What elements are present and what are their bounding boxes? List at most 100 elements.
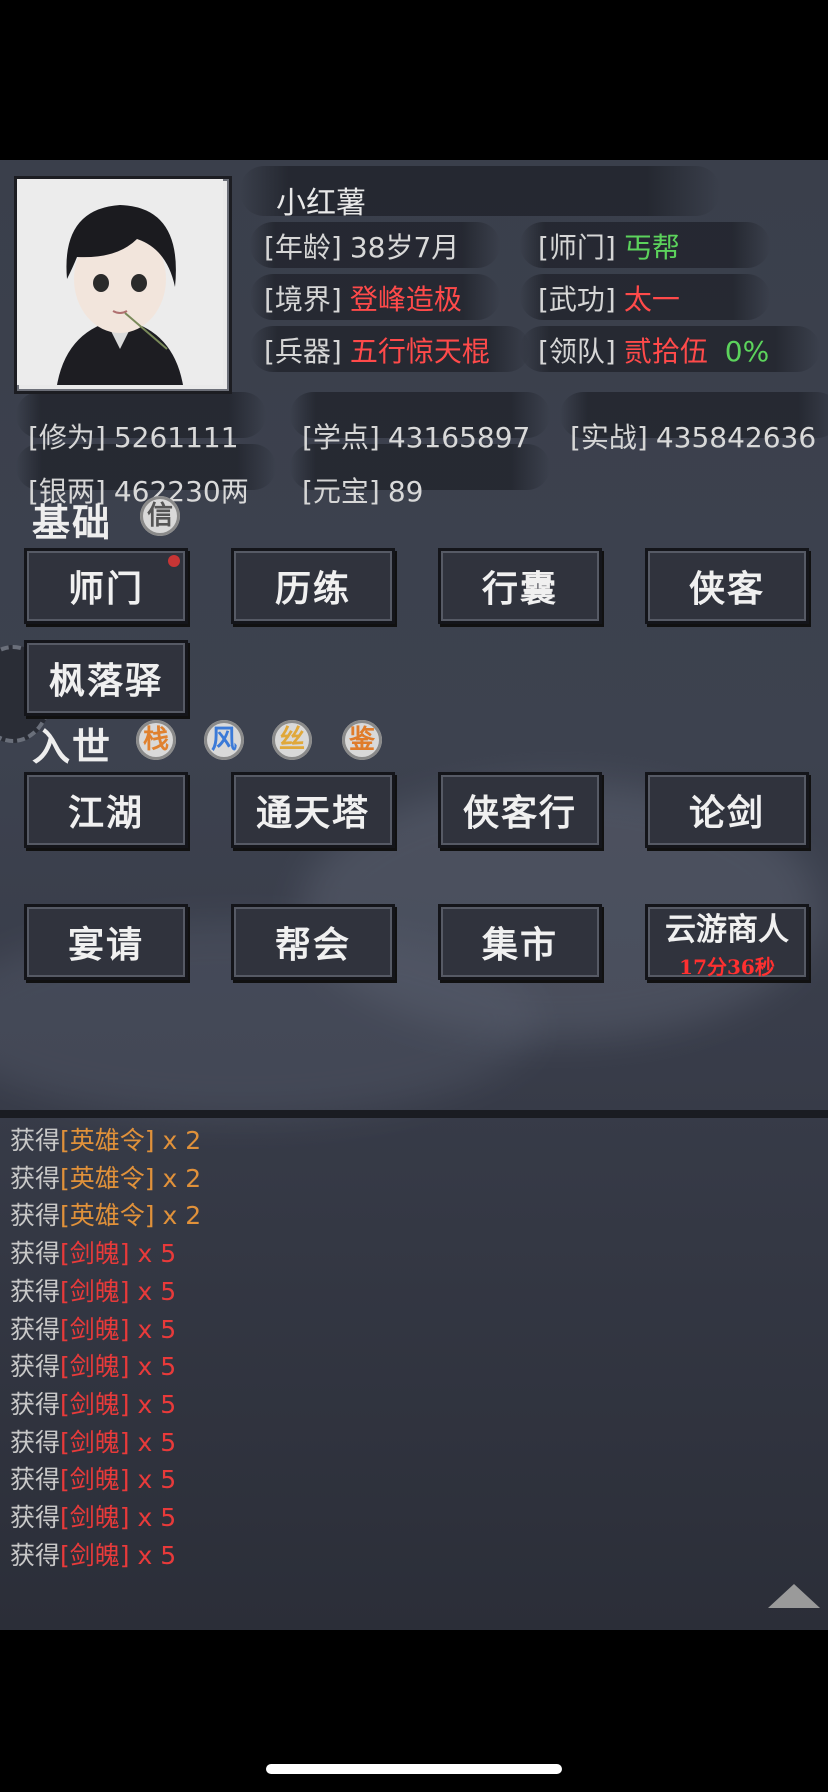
- log-entry: 获得[英雄令] x 2: [10, 1160, 201, 1198]
- stat-combat: [实战] 435842636: [570, 416, 816, 456]
- stat-value: 丐帮: [623, 231, 680, 264]
- stat-realm: [境界] 登峰造极: [264, 278, 462, 318]
- stat-label: [学点]: [302, 421, 380, 454]
- button-label: 枫落驿: [48, 660, 163, 702]
- guild-button[interactable]: 帮会: [231, 904, 395, 980]
- inventory-button[interactable]: 行囊: [438, 548, 602, 624]
- button-label: 侠客: [688, 568, 765, 610]
- log-item: [英雄令]: [60, 1126, 155, 1155]
- stat-team: [领队] 贰拾伍 0%: [538, 330, 769, 370]
- avatar-illustration: [17, 179, 223, 385]
- stat-value: 贰拾伍: [623, 335, 708, 368]
- stat-weapon: [兵器] 五行惊天棍: [264, 330, 490, 370]
- log-qty: x 5: [137, 1314, 177, 1344]
- inn-seal-icon[interactable]: 栈: [136, 720, 176, 760]
- stat-value: 89: [387, 475, 424, 508]
- log-entry: 获得[英雄令] x 2: [10, 1122, 201, 1160]
- button-label: 江湖: [67, 792, 144, 834]
- log-prefix: 获得: [10, 1427, 61, 1457]
- log-prefix: 获得: [10, 1465, 61, 1495]
- stat-martial-art: [武功] 太一: [538, 278, 680, 318]
- stat-value: 435842636: [655, 421, 817, 454]
- log-item: [剑魄]: [60, 1427, 130, 1457]
- log-qty: x 2: [162, 1201, 202, 1231]
- log-qty: x 2: [162, 1126, 202, 1155]
- log-entry: 获得[剑魄] x 5: [10, 1424, 201, 1462]
- button-label: 师门: [67, 568, 144, 610]
- maple-station-button[interactable]: 枫落驿: [24, 640, 188, 716]
- log-item: [剑魄]: [60, 1239, 130, 1269]
- button-label: 宴请: [67, 924, 144, 966]
- button-label: 通天塔: [255, 792, 370, 834]
- log-prefix: 获得: [10, 1389, 61, 1419]
- log-entry: 获得[剑魄] x 5: [10, 1461, 201, 1499]
- log-qty: x 5: [137, 1276, 177, 1306]
- home-indicator[interactable]: [266, 1764, 562, 1774]
- appraise-seal-icon[interactable]: 鉴: [342, 720, 382, 760]
- log-item: [英雄令]: [60, 1201, 155, 1231]
- button-label: 帮会: [274, 924, 351, 966]
- log-qty: x 2: [162, 1163, 202, 1193]
- stat-value: 5261111: [113, 421, 239, 454]
- stat-cultivation: [修为] 5261111: [28, 416, 239, 456]
- character-name: 小红薯: [276, 186, 366, 221]
- stat-label: [兵器]: [264, 335, 342, 368]
- sect-button[interactable]: 师门: [24, 548, 188, 624]
- stat-label: [年龄]: [264, 231, 342, 264]
- stat-value: 太一: [623, 283, 680, 316]
- wind-seal-icon[interactable]: 风: [204, 720, 244, 760]
- stat-value: 登峰造极: [349, 283, 462, 316]
- hero-journey-button[interactable]: 侠客行: [438, 772, 602, 848]
- jianghu-button[interactable]: 江湖: [24, 772, 188, 848]
- log-item: [剑魄]: [60, 1314, 130, 1344]
- log-divider: [0, 1110, 828, 1118]
- log-qty: x 5: [137, 1540, 177, 1570]
- button-label: 侠客行: [462, 792, 577, 834]
- stat-label: [武功]: [538, 283, 616, 316]
- game-screen: 小红薯 [年龄] 38岁7月 [师门] 丐帮 [境界] 登峰造极 [武功] 太一 [兵器…: [0, 160, 828, 1630]
- log-prefix: 获得: [10, 1352, 61, 1382]
- button-label: 论剑: [688, 792, 765, 834]
- button-label: 历练: [274, 568, 351, 610]
- character-avatar[interactable]: [14, 176, 232, 394]
- reward-log: 获得[英雄令] x 2 获得[英雄令] x 2 获得[英雄令] x 2 获得[剑…: [10, 1122, 201, 1574]
- stat-value: 43165897: [387, 421, 531, 454]
- triangle-up-icon[interactable]: [768, 1584, 820, 1608]
- button-label: 集市: [481, 924, 558, 966]
- log-item: [剑魄]: [60, 1352, 130, 1382]
- log-item: [剑魄]: [60, 1389, 130, 1419]
- button-label: 云游商人: [665, 912, 789, 948]
- log-qty: x 5: [137, 1503, 177, 1533]
- stat-label: [领队]: [538, 335, 616, 368]
- stat-value: 五行惊天棍: [349, 335, 490, 368]
- training-button[interactable]: 历练: [231, 548, 395, 624]
- log-entry: 获得[剑魄] x 5: [10, 1537, 201, 1575]
- log-prefix: 获得: [10, 1276, 61, 1306]
- stat-study-points: [学点] 43165897: [302, 416, 530, 456]
- notification-dot: [168, 555, 180, 567]
- letter-seal-icon[interactable]: 信: [140, 496, 180, 536]
- sword-duel-button[interactable]: 论剑: [645, 772, 809, 848]
- stat-sect: [师门] 丐帮: [538, 226, 680, 266]
- log-prefix: 获得: [10, 1314, 61, 1344]
- stat-label: [实战]: [570, 421, 648, 454]
- log-entry: 获得[剑魄] x 5: [10, 1235, 201, 1273]
- silk-seal-icon[interactable]: 丝: [272, 720, 312, 760]
- stat-label: [境界]: [264, 283, 342, 316]
- log-prefix: 获得: [10, 1163, 61, 1193]
- banquet-button[interactable]: 宴请: [24, 904, 188, 980]
- log-entry: 获得[剑魄] x 5: [10, 1348, 201, 1386]
- log-qty: x 5: [137, 1239, 177, 1269]
- stat-label: [师门]: [538, 231, 616, 264]
- traveling-merchant-button[interactable]: 云游商人 17分36秒: [645, 904, 809, 980]
- stat-value: 38岁7月: [349, 231, 460, 264]
- stat-value: 462230两: [113, 475, 249, 508]
- sky-tower-button[interactable]: 通天塔: [231, 772, 395, 848]
- log-item: [英雄令]: [60, 1163, 155, 1193]
- stat-age: [年龄] 38岁7月: [264, 226, 459, 266]
- log-prefix: 获得: [10, 1503, 61, 1533]
- companions-button[interactable]: 侠客: [645, 548, 809, 624]
- log-item: [剑魄]: [60, 1503, 130, 1533]
- market-button[interactable]: 集市: [438, 904, 602, 980]
- merchant-timer: 17分36秒: [679, 955, 775, 979]
